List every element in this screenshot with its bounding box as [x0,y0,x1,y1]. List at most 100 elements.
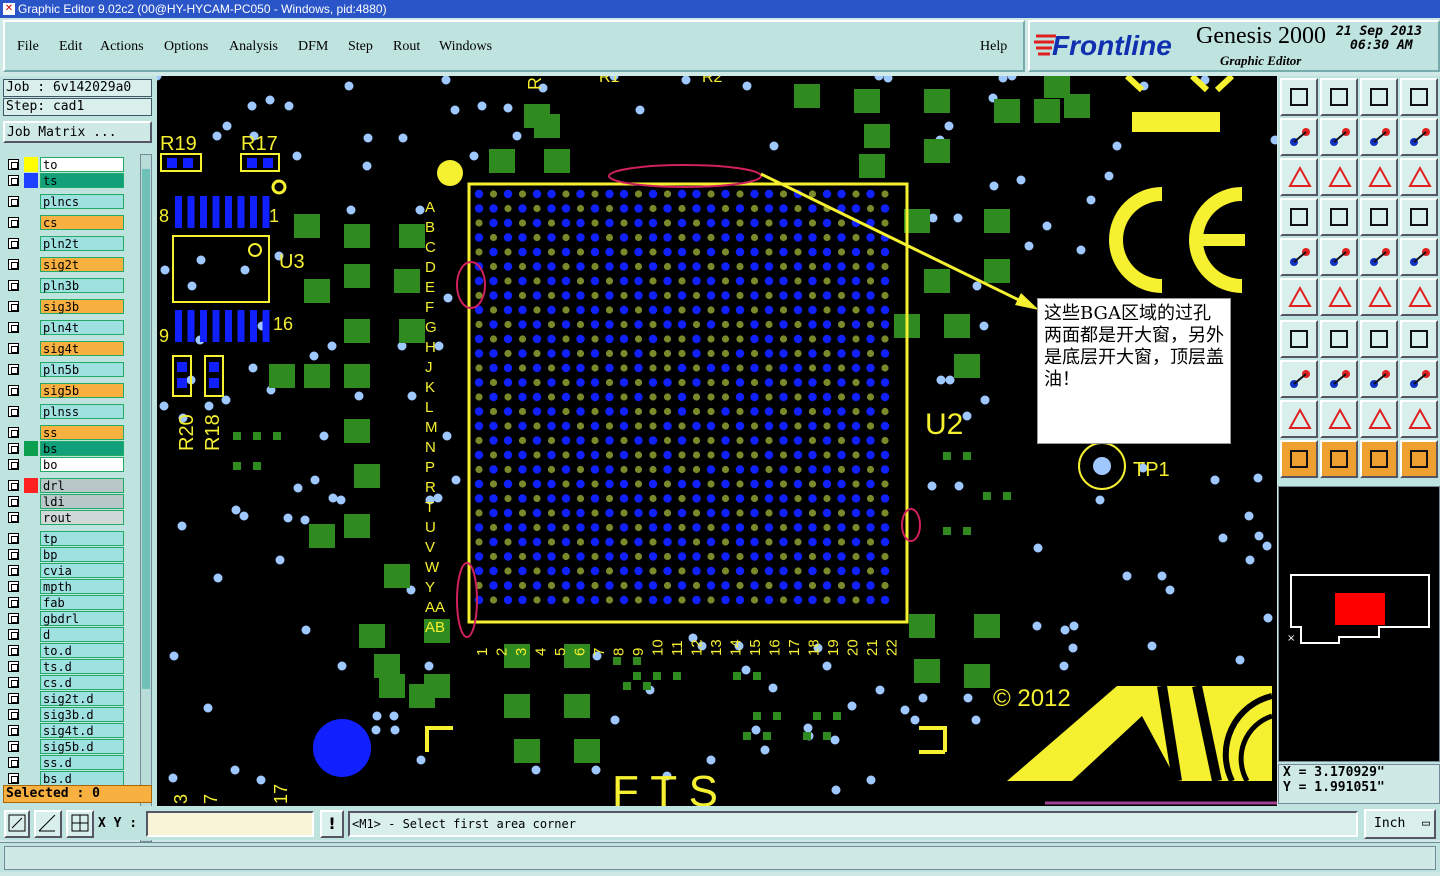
tool-pointer-button[interactable] [1280,440,1318,478]
layer-checkbox[interactable] [8,443,19,454]
tool-pointer-sel-2-button[interactable] [1360,440,1398,478]
tool-minus-button[interactable] [1320,360,1358,398]
tool-net-button[interactable] [1280,278,1318,316]
units-selector[interactable]: Inch ▭ [1364,809,1436,839]
layer-name[interactable]: ss [40,425,124,440]
tool-move-button[interactable] [1320,238,1358,276]
layer-row-ldi[interactable]: ldi [6,494,124,509]
menu-help[interactable]: Help [980,39,1007,55]
layer-checkbox[interactable] [8,159,19,170]
layer-name[interactable]: drl [40,478,124,493]
layer-row-sig2t-d[interactable]: sig2t.d [6,691,124,706]
layer-row-drl[interactable]: drl [6,478,124,493]
layer-row-pln5b[interactable]: pln5b [6,362,124,377]
tool-tri-b-button[interactable] [1400,400,1438,438]
info-button[interactable]: ! [320,810,344,838]
menu-step[interactable]: Step [348,39,373,55]
tool-line-button[interactable] [1320,320,1358,358]
tool-undo-button[interactable] [1280,78,1318,116]
layer-checkbox[interactable] [8,709,19,720]
layer-name[interactable]: cs [40,215,124,230]
layer-name[interactable]: cs.d [40,675,124,690]
layer-row-sig2t[interactable]: sig2t [6,257,124,272]
layer-checkbox[interactable] [8,459,19,470]
layer-row-cvia[interactable]: cvia [6,563,124,578]
tool-redo-button[interactable] [1320,78,1358,116]
layer-name[interactable]: pln5b [40,362,124,377]
layer-checkbox[interactable] [8,259,19,270]
menu-file[interactable]: File [17,39,39,55]
layer-row-sig3b[interactable]: sig3b [6,299,124,314]
tool-pattern-button[interactable] [1280,360,1318,398]
layer-checkbox[interactable] [8,238,19,249]
layer-row-sig5b-d[interactable]: sig5b.d [6,739,124,754]
layer-name[interactable]: cvia [40,563,124,578]
layer-checkbox[interactable] [8,427,19,438]
tool-fit-button[interactable] [1280,158,1318,196]
layer-row-sig5b[interactable]: sig5b [6,383,124,398]
tool-route-button[interactable] [1400,440,1438,478]
layer-checkbox[interactable] [8,364,19,375]
layer-row-cs-d[interactable]: cs.d [6,675,124,690]
layer-name[interactable]: bs [40,441,124,456]
layer-row-sig4t-d[interactable]: sig4t.d [6,723,124,738]
tool-one-to-one-button[interactable] [1360,158,1398,196]
layer-checkbox[interactable] [8,533,19,544]
pcb-canvas[interactable]: A B C D E F G H J K L M N P R T U V W Y AA AB 1 2 3 4 5 6 7 8 9 10 11 12… [157,76,1277,806]
layer-checkbox[interactable] [8,480,19,491]
layer-name[interactable]: to [40,157,124,172]
layer-row-bo[interactable]: bo [6,457,124,472]
layer-row-rout[interactable]: rout [6,510,124,525]
layer-name[interactable]: ts.d [40,659,124,674]
layer-row-ss-d[interactable]: ss.d [6,755,124,770]
xy-input[interactable] [146,811,314,837]
layer-name[interactable]: pln4t [40,320,124,335]
layer-name[interactable]: pln2t [40,236,124,251]
layer-checkbox[interactable] [8,549,19,560]
layer-checkbox[interactable] [8,385,19,396]
tool-open-left-button[interactable] [1280,118,1318,156]
layer-name[interactable]: bs.d [40,771,124,786]
job-matrix-button[interactable]: Job Matrix ... [3,121,152,143]
layer-row-ss[interactable]: ss [6,425,124,440]
layer-name[interactable]: sig3b.d [40,707,124,722]
tool-rotate-button[interactable] [1360,320,1398,358]
layer-row-cs[interactable]: cs [6,215,124,230]
tool-pointer-sel-button[interactable] [1320,440,1358,478]
layer-row-bs-d[interactable]: bs.d [6,771,124,786]
layer-checkbox[interactable] [8,661,19,672]
menu-rout[interactable]: Rout [393,39,420,55]
layer-checkbox[interactable] [8,773,19,784]
tool-tri-blue-button[interactable] [1320,400,1358,438]
layer-name[interactable]: plncs [40,194,124,209]
layer-name[interactable]: pln3b [40,278,124,293]
layer-checkbox[interactable] [8,725,19,736]
tool-group-button[interactable] [1400,360,1438,398]
tool-ruler-button[interactable] [1360,238,1398,276]
tool-open-right-button[interactable] [1320,118,1358,156]
layer-checkbox[interactable] [8,693,19,704]
layer-row-to-d[interactable]: to.d [6,643,124,658]
layer-name[interactable]: ts [40,173,124,188]
layer-row-sig4t[interactable]: sig4t [6,341,124,356]
layer-name[interactable]: plnss [40,404,124,419]
layer-row-pln2t[interactable]: pln2t [6,236,124,251]
tool-slope-button[interactable] [1280,320,1318,358]
layer-name[interactable]: sig2t.d [40,691,124,706]
layer-row-ts[interactable]: ts [6,173,124,188]
layer-checkbox[interactable] [8,512,19,523]
layer-row-mpth[interactable]: mpth [6,579,124,594]
overview-drawing[interactable]: × [1279,487,1439,761]
layer-name[interactable]: gbdrl [40,611,124,626]
overview-view-rect[interactable] [1335,593,1385,625]
layer-name[interactable]: d [40,627,124,642]
layer-row-pln4t[interactable]: pln4t [6,320,124,335]
layer-row-sig3b-d[interactable]: sig3b.d [6,707,124,722]
tool-align-button[interactable] [1400,118,1438,156]
layer-row-pln3b[interactable]: pln3b [6,278,124,293]
layer-name[interactable]: sig5b [40,383,124,398]
layer-name[interactable]: sig3b [40,299,124,314]
menu-dfm[interactable]: DFM [298,39,328,55]
tool-pads-red-button[interactable] [1360,198,1398,236]
tool-pad-add-button[interactable] [1280,238,1318,276]
